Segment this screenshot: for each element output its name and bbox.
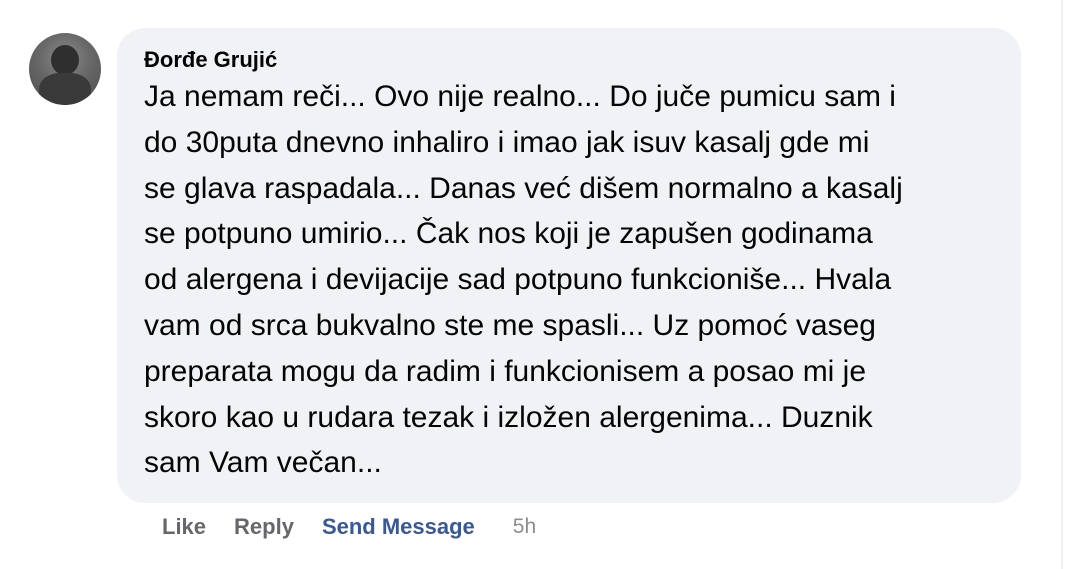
comment-author-name[interactable]: Đorđe Grujić	[144, 46, 993, 74]
like-button[interactable]: Like	[162, 514, 206, 540]
avatar-photo-head	[51, 45, 79, 75]
comment-bubble: Đorđe Grujić Ja nemam reči... Ovo nije r…	[117, 28, 1021, 503]
avatar[interactable]	[29, 33, 101, 105]
avatar-photo-body	[39, 73, 91, 105]
reply-button[interactable]: Reply	[234, 514, 294, 540]
comment-actions: Like Reply Send Message 5h	[162, 509, 536, 545]
comment-text: Ja nemam reči... Ovo nije realno... Do j…	[144, 80, 903, 480]
page-edge-divider	[1061, 0, 1063, 569]
send-message-button[interactable]: Send Message	[322, 514, 475, 540]
comment-timestamp[interactable]: 5h	[513, 515, 536, 539]
